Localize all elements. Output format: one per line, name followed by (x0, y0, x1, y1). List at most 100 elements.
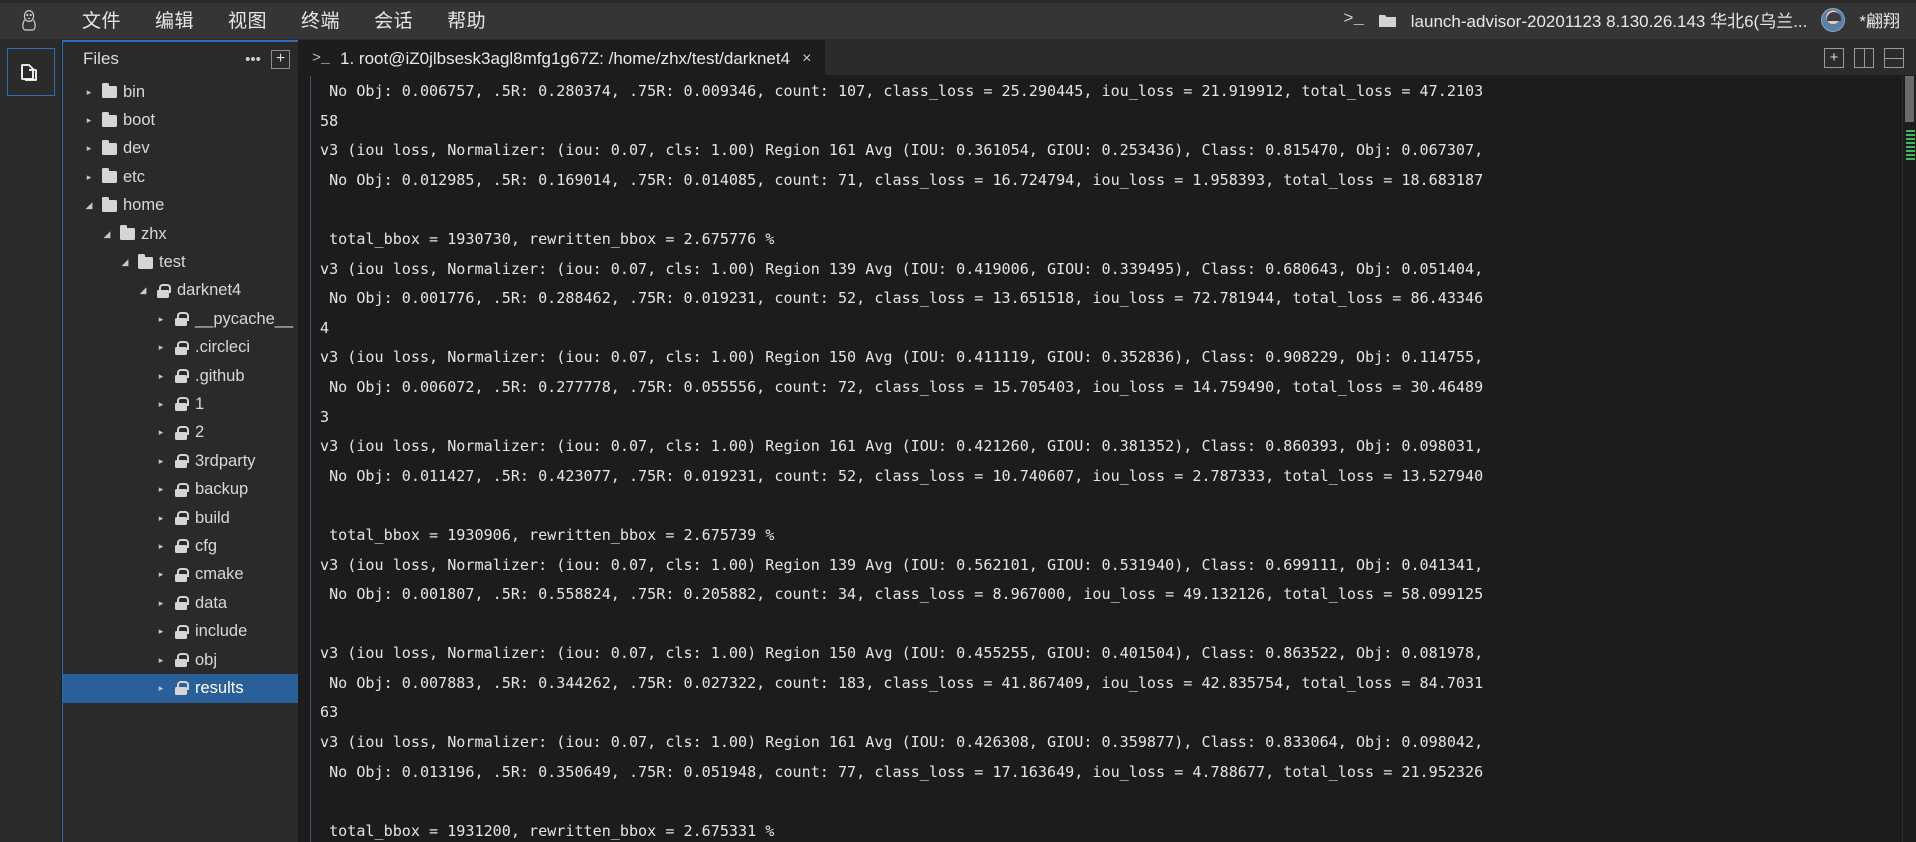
tree-item-2[interactable]: ▸ 2 (63, 419, 298, 447)
tree-item-label: .circleci (195, 338, 251, 357)
close-icon[interactable]: × (802, 50, 811, 68)
chevron-right-icon[interactable]: ▸ (79, 115, 99, 126)
chevron-right-icon[interactable]: ▸ (151, 314, 171, 325)
lock-icon (171, 567, 191, 582)
scrollbar-thumb[interactable] (1905, 76, 1914, 122)
more-options-icon[interactable]: ••• (243, 49, 263, 69)
terminal-tab[interactable]: >_ 1. root@iZ0jlbsesk3agl8mfg1g67Z: /hom… (298, 40, 826, 75)
tree-item-label: etc (123, 167, 146, 186)
chevron-right-icon[interactable]: ▸ (151, 371, 171, 382)
menu-bar: 文件 编辑 视图 终端 会话 帮助 >_ launch-advisor-2020… (0, 0, 1916, 40)
files-panel: Files ••• + ▸ bin ▸ boot ▸ dev ▸ etc ◢ home ◢ zhx ◢ t… (62, 40, 298, 842)
tree-item-dev[interactable]: ▸ dev (63, 135, 298, 163)
tree-item-test[interactable]: ◢ test (63, 248, 298, 276)
chevron-right-icon[interactable]: ▸ (151, 598, 171, 609)
chevron-right-icon[interactable]: ▸ (151, 399, 171, 410)
chevron-right-icon[interactable]: ▸ (151, 456, 171, 467)
chevron-right-icon[interactable]: ▸ (151, 569, 171, 580)
terminal-line: v3 (iou loss, Normalizer: (iou: 0.07, cl… (320, 348, 1484, 367)
tree-item-label: boot (123, 111, 156, 130)
menu-file[interactable]: 文件 (80, 4, 123, 35)
terminal-line: v3 (iou loss, Normalizer: (iou: 0.07, cl… (320, 644, 1484, 663)
chevron-right-icon[interactable]: ▸ (79, 172, 99, 183)
tree-item-1[interactable]: ▸ 1 (63, 390, 298, 418)
menu-help[interactable]: 帮助 (445, 4, 488, 35)
folder-icon (99, 111, 119, 127)
tree-item-results[interactable]: ▸ results (63, 674, 298, 703)
menu-session[interactable]: 会话 (372, 4, 415, 35)
tree-item-3rdparty[interactable]: ▸ 3rdparty (63, 447, 298, 475)
menu-terminal[interactable]: 终端 (299, 4, 342, 35)
tree-item-backup[interactable]: ▸ backup (63, 475, 298, 503)
tree-item--github[interactable]: ▸ .github (63, 362, 298, 390)
tree-item-data[interactable]: ▸ data (63, 589, 298, 617)
chevron-right-icon[interactable]: ▸ (151, 513, 171, 524)
chevron-down-icon[interactable]: ◢ (97, 229, 117, 240)
folder-icon (99, 196, 119, 212)
chevron-right-icon[interactable]: ▸ (151, 342, 171, 353)
files-icon[interactable] (6, 48, 55, 96)
tree-item-label: data (195, 593, 228, 612)
add-file-icon[interactable]: + (271, 49, 290, 69)
tree-item-boot[interactable]: ▸ boot (63, 106, 298, 134)
menu-view[interactable]: 视图 (226, 4, 269, 35)
tree-item-label: include (195, 622, 248, 641)
terminal-line: No Obj: 0.001776, .5R: 0.288462, .75R: 0… (320, 289, 1484, 308)
lock-icon (171, 482, 191, 497)
user-avatar[interactable] (1821, 7, 1846, 32)
tree-item--pycache-[interactable]: ▸ __pycache__ (63, 305, 298, 333)
tree-item-bin[interactable]: ▸ bin (63, 78, 298, 106)
chevron-right-icon[interactable]: ▸ (151, 427, 171, 438)
file-tree: ▸ bin ▸ boot ▸ dev ▸ etc ◢ home ◢ zhx ◢ test ◢ darknet4… (63, 76, 298, 842)
tree-item-label: test (159, 253, 186, 272)
user-name: *翩翔 (1859, 12, 1900, 31)
terminal-output[interactable]: No Obj: 0.006757, .5R: 0.280374, .75R: 0… (310, 76, 1902, 842)
app-window: 文件 编辑 视图 终端 会话 帮助 >_ launch-advisor-2020… (0, 0, 1916, 842)
tree-item-obj[interactable]: ▸ obj (63, 646, 298, 674)
folder-icon[interactable] (1378, 12, 1397, 28)
folder-icon (135, 253, 155, 269)
split-horizontal-icon[interactable] (1884, 47, 1904, 68)
tree-item-home[interactable]: ◢ home (63, 192, 298, 220)
tree-item-build[interactable]: ▸ build (63, 504, 298, 532)
tree-item-cmake[interactable]: ▸ cmake (63, 561, 298, 589)
chevron-right-icon[interactable]: ▸ (79, 87, 99, 98)
chevron-down-icon[interactable]: ◢ (115, 257, 135, 268)
tree-item-label: results (195, 678, 244, 697)
tree-item-etc[interactable]: ▸ etc (63, 163, 298, 191)
chevron-right-icon[interactable]: ▸ (151, 626, 171, 637)
chevron-right-icon[interactable]: ▸ (151, 683, 171, 694)
terminal-prompt-icon: >_ (312, 50, 331, 67)
tree-item-label: 2 (195, 423, 205, 442)
terminal-line: 3 (320, 407, 330, 426)
split-vertical-icon[interactable] (1854, 47, 1874, 68)
activity-rail (0, 40, 62, 842)
terminal-scrollbar[interactable] (1902, 76, 1916, 842)
chevron-right-icon[interactable]: ▸ (151, 484, 171, 495)
tree-item-zhx[interactable]: ◢ zhx (63, 220, 298, 248)
menu-edit[interactable]: 编辑 (153, 4, 196, 35)
lock-icon (171, 653, 191, 667)
tree-item-label: zhx (141, 224, 167, 243)
chevron-right-icon[interactable]: ▸ (151, 541, 171, 552)
chevron-right-icon[interactable]: ▸ (79, 143, 99, 154)
lock-icon (171, 596, 191, 611)
add-tab-button[interactable]: + (1824, 47, 1844, 68)
tree-item-label: .github (195, 366, 245, 385)
terminal-line: No Obj: 0.007883, .5R: 0.344262, .75R: 0… (320, 673, 1484, 692)
tree-item-darknet4[interactable]: ◢ darknet4 (63, 277, 298, 305)
tree-item-cfg[interactable]: ▸ cfg (63, 532, 298, 560)
tree-item-label: backup (195, 480, 249, 499)
chevron-down-icon[interactable]: ◢ (133, 285, 153, 296)
terminal-line: 4 (320, 318, 330, 337)
tree-item--circleci[interactable]: ▸ .circleci (63, 334, 298, 362)
chevron-down-icon[interactable]: ◢ (79, 200, 99, 211)
tree-item-include[interactable]: ▸ include (63, 617, 298, 645)
terminal-toolbar: + (1824, 40, 1916, 75)
tree-item-label: cfg (195, 536, 218, 555)
terminal-line: No Obj: 0.001807, .5R: 0.558824, .75R: 0… (320, 585, 1484, 604)
chevron-right-icon[interactable]: ▸ (151, 655, 171, 666)
terminal-prompt-icon[interactable]: >_ (1343, 10, 1363, 29)
